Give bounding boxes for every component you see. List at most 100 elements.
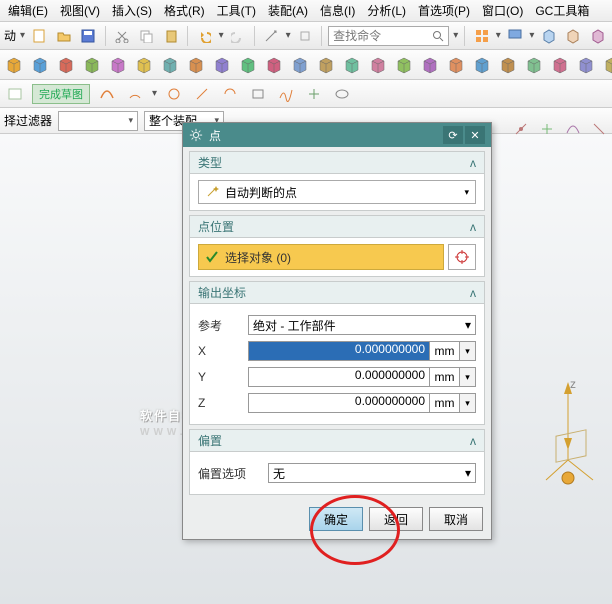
circle-icon[interactable] — [163, 83, 185, 105]
feature-17-icon[interactable] — [446, 54, 466, 76]
x-input[interactable]: 0.000000000 — [248, 341, 430, 361]
menu-window[interactable]: 窗口(O) — [476, 0, 529, 21]
menu-format[interactable]: 格式(R) — [158, 0, 211, 21]
feature-10-icon[interactable] — [264, 54, 284, 76]
feature-2-icon[interactable] — [56, 54, 76, 76]
feature-16-icon[interactable] — [420, 54, 440, 76]
z-dropdown[interactable]: ▾ — [460, 393, 476, 413]
ellipse-icon[interactable] — [331, 83, 353, 105]
snap-icons — [510, 118, 610, 140]
save-icon[interactable] — [78, 25, 99, 47]
cube3-icon[interactable] — [587, 25, 608, 47]
chevron-up-icon: ʌ — [470, 220, 476, 234]
x-dropdown[interactable]: ▾ — [460, 341, 476, 361]
section-position-header[interactable]: 点位置ʌ — [190, 216, 484, 238]
back-button[interactable]: 返回 — [369, 507, 423, 531]
feature-9-icon[interactable] — [238, 54, 258, 76]
feature-4-icon[interactable] — [108, 54, 128, 76]
cube1-icon[interactable] — [538, 25, 559, 47]
point-icon[interactable] — [303, 83, 325, 105]
paste-icon[interactable] — [161, 25, 182, 47]
feature-22-icon[interactable] — [576, 54, 596, 76]
menu-tools[interactable]: 工具(T) — [211, 0, 262, 21]
dialog-refresh-icon[interactable]: ⟳ — [443, 126, 463, 144]
z-input[interactable]: 0.000000000 — [248, 393, 430, 413]
feature-21-icon[interactable] — [550, 54, 570, 76]
measure-icon[interactable] — [261, 25, 282, 47]
section-type-header[interactable]: 类型ʌ — [190, 152, 484, 174]
feature-15-icon[interactable] — [394, 54, 414, 76]
finish-sketch-tag[interactable]: 完成草图 — [32, 84, 90, 104]
menu-preferences[interactable]: 首选项(P) — [412, 0, 476, 21]
new-icon[interactable] — [29, 25, 50, 47]
label-move: 动 — [4, 27, 16, 44]
line-icon[interactable] — [191, 83, 213, 105]
y-input[interactable]: 0.000000000 — [248, 367, 430, 387]
feature-19-icon[interactable] — [498, 54, 518, 76]
feature-12-icon[interactable] — [316, 54, 336, 76]
select-object[interactable]: 选择对象 (0) — [198, 244, 444, 270]
command-search[interactable]: 查找命令 — [328, 26, 449, 46]
ref-combo[interactable]: 绝对 - 工作部件▾ — [248, 315, 476, 335]
feature-1-icon[interactable] — [30, 54, 50, 76]
menu-info[interactable]: 信息(I) — [314, 0, 361, 21]
dropdown-icon[interactable]: ▾ — [20, 30, 25, 41]
type-combo[interactable]: 自动判断的点 ▾ — [198, 180, 476, 204]
y-label: Y — [198, 370, 248, 384]
dialog-titlebar[interactable]: 点 ⟳ ✕ — [183, 123, 491, 147]
dialog-close-icon[interactable]: ✕ — [465, 126, 485, 144]
check-icon — [205, 250, 219, 264]
cube2-icon[interactable] — [563, 25, 584, 47]
feature-23-icon[interactable] — [602, 54, 612, 76]
menu-assembly[interactable]: 装配(A) — [262, 0, 314, 21]
toolbar-features: /* decorative row of colored cube icons … — [0, 50, 612, 80]
arc-icon[interactable] — [124, 83, 146, 105]
feature-5-icon[interactable] — [134, 54, 154, 76]
open-icon[interactable] — [54, 25, 75, 47]
feature-13-icon[interactable] — [342, 54, 362, 76]
snap4-icon[interactable] — [588, 118, 610, 140]
cut-icon[interactable] — [112, 25, 133, 47]
tool2-icon[interactable] — [295, 25, 316, 47]
x-label: X — [198, 344, 248, 358]
menu-gctoolbox[interactable]: GC工具箱 — [529, 0, 595, 21]
feature-11-icon[interactable] — [290, 54, 310, 76]
section-output-header[interactable]: 输出坐标ʌ — [190, 282, 484, 304]
filter-combo[interactable]: ▾ — [58, 111, 138, 131]
menu-view[interactable]: 视图(V) — [54, 0, 106, 21]
menu-edit[interactable]: 编辑(E) — [2, 0, 54, 21]
shade-icon[interactable] — [505, 25, 526, 47]
menu-analysis[interactable]: 分析(L) — [361, 0, 412, 21]
menu-insert[interactable]: 插入(S) — [106, 0, 158, 21]
sketch-icon[interactable] — [4, 83, 26, 105]
copy-icon[interactable] — [136, 25, 157, 47]
target-icon[interactable] — [448, 244, 476, 270]
snap1-icon[interactable] — [510, 118, 532, 140]
spline-icon[interactable] — [275, 83, 297, 105]
snap3-icon[interactable] — [562, 118, 584, 140]
feature-14-icon[interactable] — [368, 54, 388, 76]
feature-6-icon[interactable] — [160, 54, 180, 76]
offset-combo[interactable]: 无▾ — [268, 463, 476, 483]
feature-3-icon[interactable] — [82, 54, 102, 76]
curve1-icon[interactable] — [96, 83, 118, 105]
wand-icon — [205, 185, 219, 199]
feature-0-icon[interactable] — [4, 54, 24, 76]
y-dropdown[interactable]: ▾ — [460, 367, 476, 387]
feature-7-icon[interactable] — [186, 54, 206, 76]
section-type: 类型ʌ 自动判断的点 ▾ — [189, 151, 485, 211]
arc2-icon[interactable] — [219, 83, 241, 105]
ok-button[interactable]: 确定 — [309, 507, 363, 531]
feature-8-icon[interactable] — [212, 54, 232, 76]
section-offset-header[interactable]: 偏置ʌ — [190, 430, 484, 452]
section-output: 输出坐标ʌ 参考 绝对 - 工作部件▾ X 0.000000000 mm ▾ Y… — [189, 281, 485, 425]
feature-18-icon[interactable] — [472, 54, 492, 76]
rect-icon[interactable] — [247, 83, 269, 105]
feature-20-icon[interactable] — [524, 54, 544, 76]
undo-icon[interactable] — [194, 25, 215, 47]
snap2-icon[interactable] — [536, 118, 558, 140]
grid-icon[interactable] — [471, 25, 492, 47]
search-placeholder: 查找命令 — [333, 27, 381, 44]
redo-icon[interactable] — [228, 25, 249, 47]
cancel-button[interactable]: 取消 — [429, 507, 483, 531]
